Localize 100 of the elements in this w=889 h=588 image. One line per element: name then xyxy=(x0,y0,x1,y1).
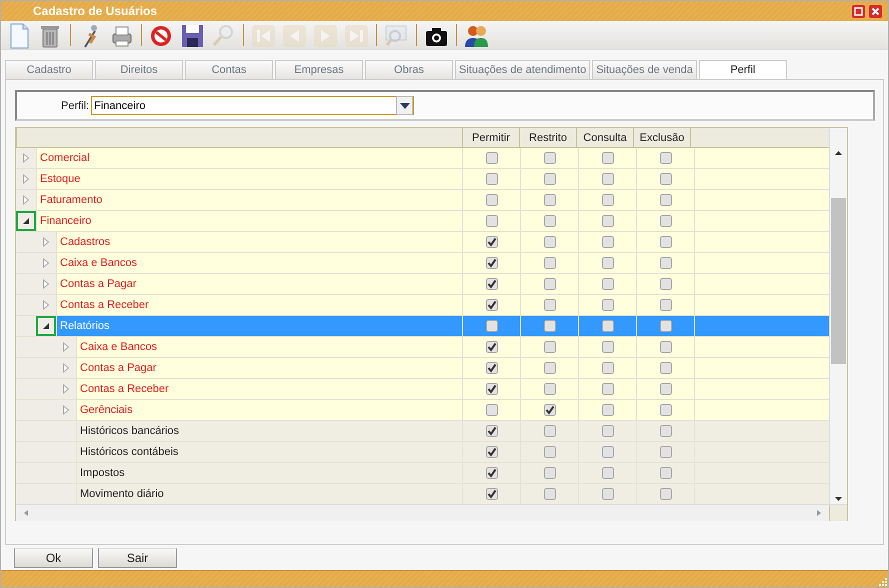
tree-row[interactable]: Estoque xyxy=(16,169,829,190)
checkbox[interactable] xyxy=(544,194,556,206)
tree-row[interactable]: Históricos bancários xyxy=(16,421,829,442)
checkbox[interactable] xyxy=(544,152,556,164)
expand-arrow-icon[interactable] xyxy=(42,279,50,289)
tab[interactable]: Obras xyxy=(365,60,453,79)
collapse-arrow-icon[interactable] xyxy=(42,321,50,331)
checkbox[interactable] xyxy=(602,404,614,416)
checkbox[interactable] xyxy=(602,467,614,479)
checkbox[interactable] xyxy=(544,341,556,353)
checkbox[interactable] xyxy=(544,278,556,290)
checkbox[interactable] xyxy=(602,194,614,206)
expand-arrow-icon[interactable] xyxy=(42,300,50,310)
checkbox[interactable] xyxy=(602,299,614,311)
collapse-arrow-icon[interactable] xyxy=(22,216,30,226)
checkbox[interactable] xyxy=(486,425,498,437)
resize-grip-icon[interactable] xyxy=(878,577,888,587)
checkbox[interactable] xyxy=(602,152,614,164)
checkbox[interactable] xyxy=(544,320,556,332)
horizontal-scrollbar[interactable] xyxy=(16,504,847,521)
checkbox[interactable] xyxy=(544,299,556,311)
checkbox[interactable] xyxy=(486,236,498,248)
expand-arrow-icon[interactable] xyxy=(62,405,70,415)
tree-row[interactable]: Faturamento xyxy=(16,190,829,211)
maximize-icon[interactable] xyxy=(852,4,865,18)
checkbox[interactable] xyxy=(602,215,614,227)
checkbox[interactable] xyxy=(660,173,672,185)
checkbox[interactable] xyxy=(660,257,672,269)
checkbox[interactable] xyxy=(544,446,556,458)
checkbox[interactable] xyxy=(602,173,614,185)
expand-arrow-icon[interactable] xyxy=(62,384,70,394)
tree-row[interactable]: Contas a Pagar xyxy=(16,358,829,379)
tree-row[interactable]: Contas a Receber xyxy=(16,295,829,316)
tab[interactable]: Situações de venda xyxy=(592,60,697,79)
checkbox[interactable] xyxy=(602,383,614,395)
tree-row[interactable]: Históricos contábeis xyxy=(16,442,829,463)
checkbox[interactable] xyxy=(544,236,556,248)
checkbox[interactable] xyxy=(660,236,672,248)
tree-row[interactable]: Movimento diário xyxy=(16,484,829,504)
tree-row[interactable]: Gerênciais xyxy=(16,400,829,421)
ok-button[interactable]: Ok xyxy=(14,548,93,568)
checkbox[interactable] xyxy=(486,257,498,269)
tab[interactable]: Situações de atendimento xyxy=(455,60,590,79)
tree-row[interactable]: Contas a Receber xyxy=(16,379,829,400)
checkbox[interactable] xyxy=(660,215,672,227)
tree-row[interactable]: Financeiro xyxy=(16,211,829,232)
checkbox[interactable] xyxy=(486,299,498,311)
exit-button[interactable]: Sair xyxy=(98,548,177,568)
checkbox[interactable] xyxy=(602,488,614,500)
checkbox[interactable] xyxy=(486,278,498,290)
expand-arrow-icon[interactable] xyxy=(42,258,50,268)
tree-row[interactable]: Contas a Pagar xyxy=(16,274,829,295)
tree-row[interactable]: Caixa e Bancos xyxy=(16,253,829,274)
checkbox[interactable] xyxy=(660,152,672,164)
tree-row[interactable]: Relatórios xyxy=(16,316,829,337)
checkbox[interactable] xyxy=(486,362,498,374)
checkbox[interactable] xyxy=(660,278,672,290)
checkbox[interactable] xyxy=(544,404,556,416)
expand-arrow-icon[interactable] xyxy=(62,342,70,352)
checkbox[interactable] xyxy=(486,194,498,206)
tab[interactable]: Cadastro xyxy=(5,60,93,79)
checkbox[interactable] xyxy=(660,299,672,311)
checkbox[interactable] xyxy=(602,425,614,437)
checkbox[interactable] xyxy=(660,320,672,332)
checkbox[interactable] xyxy=(544,488,556,500)
checkbox[interactable] xyxy=(660,341,672,353)
profile-dropdown[interactable]: Financeiro xyxy=(91,96,414,115)
close-icon[interactable] xyxy=(869,4,882,18)
checkbox[interactable] xyxy=(486,215,498,227)
checkbox[interactable] xyxy=(660,404,672,416)
checkbox[interactable] xyxy=(544,173,556,185)
column-header[interactable]: Exclusão xyxy=(633,128,690,147)
checkbox[interactable] xyxy=(602,320,614,332)
checkbox[interactable] xyxy=(486,446,498,458)
checkbox[interactable] xyxy=(602,341,614,353)
tree-row[interactable]: Caixa e Bancos xyxy=(16,337,829,358)
expand-arrow-icon[interactable] xyxy=(42,237,50,247)
checkbox[interactable] xyxy=(544,215,556,227)
tree-row[interactable]: Cadastros xyxy=(16,232,829,253)
checkbox[interactable] xyxy=(660,194,672,206)
checkbox[interactable] xyxy=(660,446,672,458)
expand-arrow-icon[interactable] xyxy=(22,195,30,205)
checkbox[interactable] xyxy=(660,362,672,374)
checkbox[interactable] xyxy=(486,341,498,353)
tab[interactable]: Direitos xyxy=(95,60,183,79)
checkbox[interactable] xyxy=(544,362,556,374)
checkbox[interactable] xyxy=(602,257,614,269)
checkbox[interactable] xyxy=(486,467,498,479)
tree-row[interactable]: Comercial xyxy=(16,148,829,169)
checkbox[interactable] xyxy=(602,236,614,248)
column-header[interactable]: Permitir xyxy=(462,128,519,147)
checkbox[interactable] xyxy=(660,383,672,395)
checkbox[interactable] xyxy=(486,383,498,395)
column-header[interactable]: Restrito xyxy=(519,128,576,147)
expand-arrow-icon[interactable] xyxy=(22,174,30,184)
tab[interactable]: Contas xyxy=(185,60,273,79)
checkbox[interactable] xyxy=(660,425,672,437)
checkbox[interactable] xyxy=(602,446,614,458)
checkbox[interactable] xyxy=(486,488,498,500)
vertical-scrollbar[interactable] xyxy=(829,128,847,504)
